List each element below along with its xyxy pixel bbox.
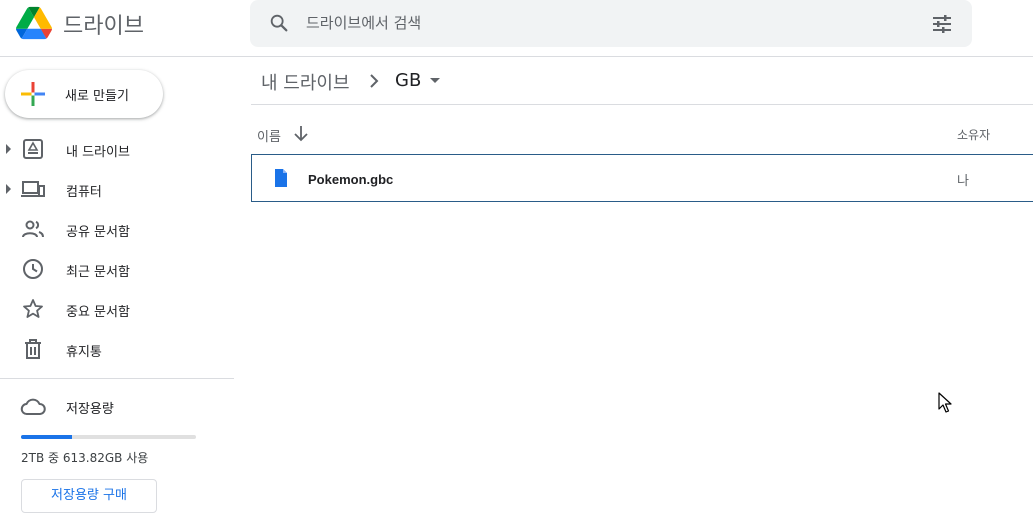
sidebar-divider bbox=[0, 378, 234, 379]
sort-down-arrow-icon[interactable] bbox=[293, 124, 309, 142]
column-owner-header[interactable]: 소유자 bbox=[957, 126, 990, 143]
storage-label: 저장용량 bbox=[66, 402, 114, 417]
sidebar-item-recent[interactable]: 최근 문서함 bbox=[0, 249, 234, 289]
sidebar-item-computers[interactable]: 컴퓨터 bbox=[0, 169, 234, 209]
sidebar-item-label: 중요 문서함 bbox=[66, 305, 130, 320]
column-name-header[interactable]: 이름 bbox=[257, 126, 281, 145]
sidebar-item-label: 공유 문서함 bbox=[66, 225, 130, 240]
sidebar-item-starred[interactable]: 중요 문서함 bbox=[0, 289, 234, 329]
star-icon bbox=[23, 299, 43, 318]
sidebar-item-label: 내 드라이브 bbox=[66, 145, 130, 160]
drive-logo-icon[interactable] bbox=[16, 6, 52, 40]
mouse-cursor-icon bbox=[938, 392, 952, 413]
sidebar-item-label: 휴지통 bbox=[66, 345, 102, 360]
search-icon[interactable] bbox=[268, 12, 290, 34]
sidebar-item-label: 최근 문서함 bbox=[66, 265, 130, 280]
app-name[interactable]: 드라이브 bbox=[63, 8, 144, 40]
search-options-icon[interactable] bbox=[930, 12, 954, 36]
my-drive-icon bbox=[23, 139, 43, 159]
file-owner: 나 bbox=[957, 174, 969, 189]
sidebar-item-shared[interactable]: 공유 문서함 bbox=[0, 209, 234, 249]
breadcrumb-current-folder[interactable]: GB bbox=[395, 70, 421, 91]
expand-caret-icon[interactable] bbox=[5, 183, 13, 195]
search-bar[interactable] bbox=[250, 0, 972, 47]
top-header: 드라이브 bbox=[0, 0, 1033, 57]
sidebar-item-label: 컴퓨터 bbox=[66, 185, 102, 200]
expand-caret-icon[interactable] bbox=[5, 143, 13, 155]
storage-progress-bar bbox=[21, 435, 196, 439]
file-list-header: 이름 소유자 bbox=[251, 106, 1033, 154]
sidebar-nav: 내 드라이브 컴퓨터 공유 문서함 최근 문서함 중요 문서함 휴지통 bbox=[0, 129, 234, 369]
dropdown-arrow-icon[interactable] bbox=[429, 77, 441, 85]
file-name: Pokemon.gbc bbox=[308, 172, 394, 187]
recent-clock-icon bbox=[23, 259, 43, 279]
sidebar-item-my-drive[interactable]: 내 드라이브 bbox=[0, 129, 234, 169]
file-row[interactable]: Pokemon.gbc 나 bbox=[251, 154, 1033, 202]
computers-icon bbox=[21, 181, 45, 197]
cloud-icon bbox=[20, 398, 46, 415]
breadcrumb-root[interactable]: 내 드라이브 bbox=[261, 69, 350, 95]
trash-icon bbox=[25, 339, 41, 359]
plus-icon bbox=[21, 82, 45, 106]
chevron-right-icon bbox=[370, 74, 379, 88]
breadcrumb: 내 드라이브 GB bbox=[251, 58, 1033, 105]
buy-storage-button[interactable]: 저장용량 구매 bbox=[21, 479, 157, 513]
new-button-label: 새로 만들기 bbox=[65, 89, 129, 104]
new-button[interactable]: 새로 만들기 bbox=[5, 70, 163, 118]
sidebar-item-trash[interactable]: 휴지통 bbox=[0, 329, 234, 369]
shared-icon bbox=[22, 220, 44, 238]
search-input[interactable] bbox=[306, 12, 906, 34]
storage-usage-text: 2TB 중 613.82GB 사용 bbox=[21, 451, 149, 465]
document-file-icon bbox=[275, 169, 287, 187]
storage-progress-fill bbox=[21, 435, 72, 439]
